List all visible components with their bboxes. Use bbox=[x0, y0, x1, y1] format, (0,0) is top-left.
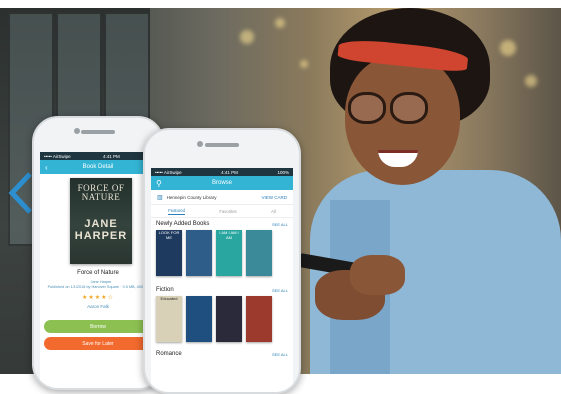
phone-camera bbox=[197, 141, 203, 147]
series-link[interactable]: Aaron Falk bbox=[40, 304, 156, 309]
phone-screen: ••••• AirSwipe 4:41 PM 100% ⚲ Browse ▥ H… bbox=[151, 168, 293, 392]
book-cover[interactable]: Educated bbox=[156, 296, 182, 342]
phone-mockup-browse: ••••• AirSwipe 4:41 PM 100% ⚲ Browse ▥ H… bbox=[143, 128, 301, 394]
book-cover[interactable] bbox=[246, 296, 272, 342]
phone-speaker bbox=[81, 130, 115, 134]
bokeh-light bbox=[525, 75, 537, 87]
phone-camera bbox=[74, 128, 80, 134]
browse-tabs: Featured Favorites All bbox=[151, 205, 293, 218]
clock-label: 4:41 PM bbox=[102, 153, 120, 159]
section-header: Romance SEE ALL bbox=[151, 348, 293, 360]
see-all-link[interactable]: SEE ALL bbox=[272, 288, 288, 293]
app-header: ‹ Book Detail bbox=[40, 160, 156, 174]
book-carousel: Educated bbox=[151, 296, 293, 342]
search-icon[interactable]: ⚲ bbox=[156, 179, 162, 188]
carrier-label: ••••• AirSwipe bbox=[155, 169, 182, 175]
see-all-link[interactable]: SEE ALL bbox=[272, 352, 288, 357]
section-title: Newly Added Books bbox=[156, 221, 210, 227]
book-cover[interactable] bbox=[186, 230, 212, 276]
phone-screen: ••••• AirSwipe 4:41 PM ‹ Book Detail FOR… bbox=[40, 152, 156, 388]
view-card-link[interactable]: VIEW CARD bbox=[261, 195, 287, 200]
woman-hand bbox=[350, 255, 405, 295]
woman-glasses bbox=[340, 92, 440, 126]
book-cover[interactable] bbox=[216, 296, 242, 342]
library-selector[interactable]: ▥ Hennepin County Library VIEW CARD bbox=[151, 190, 293, 205]
cover-title: FORCE OF NATURE bbox=[77, 183, 125, 202]
book-carousel: LOOK FOR ME I AM I AM I AM bbox=[151, 230, 293, 276]
book-meta: Jane Harper Published on 1/1/2018 by Han… bbox=[46, 280, 156, 290]
tab-favorites[interactable]: Favorites bbox=[219, 209, 236, 214]
bokeh-light bbox=[240, 30, 254, 44]
bokeh-light bbox=[300, 60, 308, 68]
app-header: ⚲ Browse bbox=[151, 176, 293, 190]
save-for-later-button[interactable]: Save for Later bbox=[44, 337, 152, 350]
cover-author: JANE HARPER bbox=[74, 218, 128, 242]
library-name: Hennepin County Library bbox=[166, 194, 217, 200]
status-bar: ••••• AirSwipe 4:41 PM bbox=[40, 152, 156, 160]
rating-stars: ★★★★☆ bbox=[82, 295, 114, 301]
book-cover[interactable] bbox=[246, 230, 272, 276]
book-cover[interactable]: LOOK FOR ME bbox=[156, 230, 182, 276]
carrier-label: ••••• AirSwipe bbox=[44, 153, 71, 159]
battery-label: 100% bbox=[277, 169, 289, 175]
book-cover[interactable]: FORCE OF NATURE JANE HARPER bbox=[70, 178, 132, 264]
book-publication-info: Published on 1/1/2018 by Hanover Square … bbox=[47, 285, 155, 289]
section-header: Newly Added Books SEE ALL bbox=[151, 218, 293, 230]
page-title: Book Detail bbox=[82, 164, 114, 170]
bokeh-light bbox=[500, 40, 516, 56]
phone-speaker bbox=[205, 143, 239, 147]
section-title: Romance bbox=[156, 351, 182, 357]
clock-label: 4:41 PM bbox=[221, 169, 238, 175]
top-border bbox=[0, 0, 561, 8]
bokeh-light bbox=[275, 18, 285, 28]
borrow-button[interactable]: Borrow bbox=[44, 320, 152, 333]
page-title: Browse bbox=[211, 180, 232, 186]
section-title: Fiction bbox=[156, 287, 174, 293]
tab-all[interactable]: All bbox=[271, 209, 276, 214]
back-arrow-icon[interactable]: ‹ bbox=[45, 163, 48, 172]
library-icon: ▥ bbox=[157, 194, 163, 201]
section-header: Fiction SEE ALL bbox=[151, 284, 293, 296]
see-all-link[interactable]: SEE ALL bbox=[272, 222, 288, 227]
chevron-left-icon[interactable] bbox=[8, 170, 34, 216]
status-bar: ••••• AirSwipe 4:41 PM 100% bbox=[151, 168, 293, 176]
tab-featured[interactable]: Featured bbox=[168, 208, 185, 215]
book-cover[interactable]: I AM I AM I AM bbox=[216, 230, 242, 276]
book-title: Force of Nature bbox=[77, 270, 119, 276]
book-cover[interactable] bbox=[186, 296, 212, 342]
